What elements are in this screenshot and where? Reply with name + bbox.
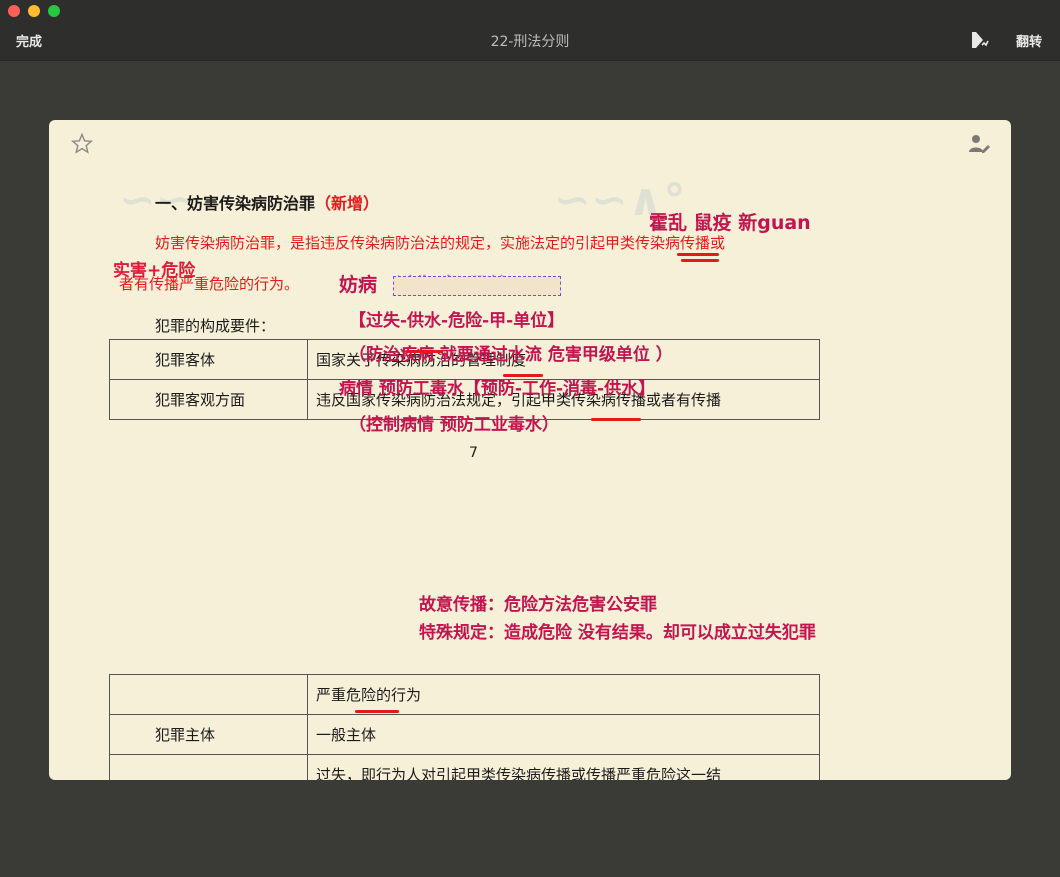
- window-controls: [8, 5, 60, 17]
- page-number: 7: [469, 445, 478, 461]
- underline-mark: [503, 374, 543, 377]
- title-bar: 完成 22-刑法分则 翻转: [0, 0, 1060, 61]
- mnemonic-4: （控制病情 预防工业毒水）: [349, 415, 559, 435]
- close-window-button[interactable]: [8, 5, 20, 17]
- elements-label: 犯罪的构成要件：: [155, 317, 276, 335]
- user-edit-icon[interactable]: [967, 132, 991, 156]
- zoom-window-button[interactable]: [48, 5, 60, 17]
- star-icon[interactable]: [70, 132, 94, 156]
- annotation-diseases: 霍乱 鼠疫 新guan: [649, 212, 811, 234]
- selection-box[interactable]: [393, 276, 561, 296]
- flip-button[interactable]: 翻转: [1016, 31, 1042, 50]
- table-row: 过失，即行为人对引起甲类传染病传播或传播严重危险这一结: [109, 754, 820, 780]
- mnemonic-2: （防治疾病 就要通过水流 危害甲级单位 ）: [349, 345, 673, 365]
- table-row: 犯罪主体 一般主体: [109, 714, 820, 755]
- annotation-fangbing: 妨病: [339, 274, 378, 296]
- table-cell: 一般主体: [307, 714, 820, 755]
- definition-line-1: 妨害传染病防治罪，是指违反传染病防治法的规定，实施法定的引起甲类传染病传播或: [155, 234, 726, 252]
- underline-mark: [591, 418, 641, 421]
- section-heading: 一、妨害传染病防治罪（新增）: [155, 194, 380, 213]
- flashcard: ∽∽ ∽∽∧° 一、妨害传染病防治罪（新增） 霍乱 鼠疫 新guan 妨害传染病…: [49, 120, 1011, 780]
- table-cell: [109, 674, 308, 715]
- underline-mark: [355, 710, 399, 713]
- note-special: 特殊规定：造成危险 没有结果。却可以成立过失犯罪: [419, 623, 816, 643]
- table-cell: 犯罪客体: [109, 339, 308, 380]
- table-cell: 犯罪主体: [109, 714, 308, 755]
- table-cell: 严重危险的行为: [307, 674, 820, 715]
- underline-mark: [405, 350, 443, 353]
- table-cell: 过失，即行为人对引起甲类传染病传播或传播严重危险这一结: [307, 754, 820, 780]
- cast-icon[interactable]: [970, 30, 990, 50]
- elements-table-2: 严重危险的行为 犯罪主体 一般主体 过失，即行为人对引起甲类传染病传播或传播严重…: [109, 674, 820, 780]
- note-intentional: 故意传播：危险方法危害公安罪: [419, 595, 657, 615]
- window-title: 22-刑法分则: [490, 34, 570, 50]
- table-cell: [109, 754, 308, 780]
- underline-mark: [681, 259, 719, 262]
- minimize-window-button[interactable]: [28, 5, 40, 17]
- definition-line-2: 者有传播严重危险的行为。: [119, 275, 300, 293]
- mnemonic-1: 【过失-供水-危险-甲-单位】: [349, 311, 565, 331]
- underline-mark: [677, 253, 719, 256]
- table-cell: 犯罪客观方面: [109, 379, 308, 420]
- mnemonic-3: 病情 预防工毒水【预防-工作-消毒-供水】: [339, 379, 656, 399]
- table-row: 严重危险的行为: [109, 674, 820, 715]
